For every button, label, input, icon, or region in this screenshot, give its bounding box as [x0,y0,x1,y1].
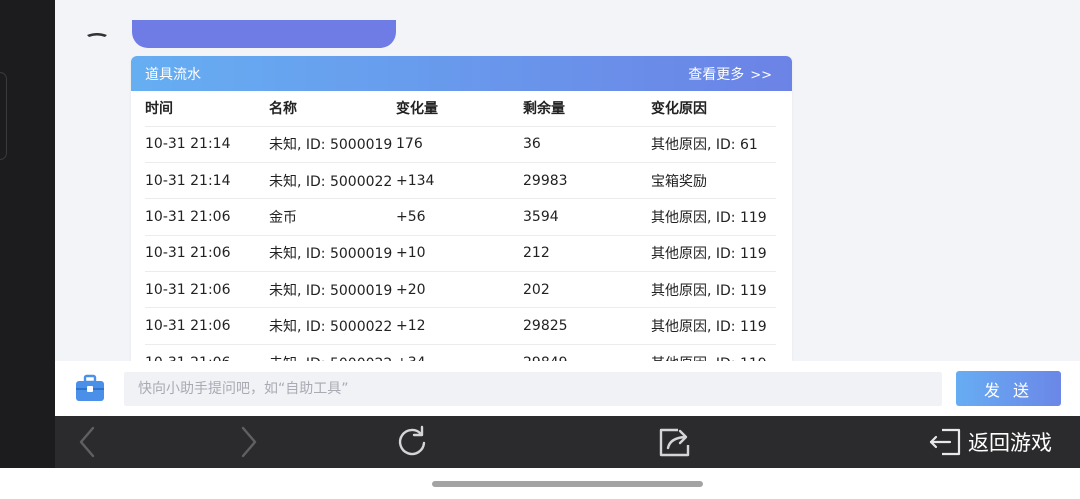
toolbox-icon[interactable] [75,373,105,403]
return-to-game-button[interactable]: 返回游戏 [928,416,1068,468]
forward-arrow-icon [241,426,257,458]
back-button[interactable] [70,416,104,468]
cell-remaining: 212 [523,235,651,273]
send-button[interactable]: 发 送 [956,371,1061,406]
item-flow-table: 时间 名称 变化量 剩余量 变化原因 10-31 21:14 未知, ID: 5… [145,91,776,361]
table-header-row: 时间 名称 变化量 剩余量 变化原因 [145,91,776,127]
refresh-icon [398,425,426,456]
column-header-change: 变化量 [396,91,523,127]
cell-reason: 宝箱奖励 [651,162,776,200]
cell-time: 10-31 21:06 [145,271,269,309]
home-indicator[interactable] [432,481,703,487]
cell-name: 未知, ID: 5000022 [269,344,396,361]
cell-reason: 其他原因, ID: 61 [651,126,776,163]
view-more-label: 查看更多 [688,66,745,83]
share-button[interactable] [655,416,695,468]
cell-time: 10-31 21:14 [145,162,269,200]
cell-remaining: 3594 [523,198,651,236]
cell-remaining: 29983 [523,162,651,200]
cell-reason: 其他原因, ID: 119 [651,307,776,345]
cell-change: +56 [396,198,523,236]
cell-name: 金币 [269,198,396,236]
cell-time: 10-31 21:06 [145,235,269,273]
cell-name: 未知, ID: 5000022 [269,162,396,200]
chat-area[interactable]: 道具流水 查看更多 >> 时间 名称 变化量 剩余量 变化原因 10-31 21:… [55,0,1080,361]
view-more-link[interactable]: 查看更多 >> [688,64,772,84]
cell-name: 未知, ID: 5000022 [269,307,396,345]
cell-change: +34 [396,344,523,361]
card-header: 道具流水 查看更多 >> [131,56,792,91]
cell-remaining: 202 [523,271,651,309]
cell-name: 未知, ID: 5000019 [269,126,396,163]
exit-icon [929,428,961,456]
cell-time: 10-31 21:06 [145,344,269,361]
column-header-time: 时间 [145,91,269,127]
cell-time: 10-31 21:14 [145,126,269,163]
table-row: 10-31 21:14 未知, ID: 5000019 176 36 其他原因,… [145,126,776,163]
cell-change: +20 [396,271,523,309]
table-row: 10-31 21:06 未知, ID: 5000022 +12 29825 其他… [145,307,776,345]
view-more-arrows: >> [750,67,772,83]
cell-reason: 其他原因, ID: 119 [651,271,776,309]
return-to-game-label: 返回游戏 [968,431,1052,455]
table-row: 10-31 21:06 金币 +56 3594 其他原因, ID: 119 [145,198,776,236]
edge-handle[interactable] [0,72,7,160]
cell-time: 10-31 21:06 [145,198,269,236]
cell-remaining: 36 [523,126,651,163]
gesture-area [0,468,1080,499]
item-flow-card: 道具流水 查看更多 >> 时间 名称 变化量 剩余量 变化原因 10-31 21:… [131,56,792,361]
table-row: 10-31 21:14 未知, ID: 5000022 +134 29983 宝… [145,162,776,200]
table-row: 10-31 21:06 未知, ID: 5000019 +10 212 其他原因… [145,235,776,273]
back-arrow-icon [79,426,95,458]
cell-change: +12 [396,307,523,345]
cell-name: 未知, ID: 5000019 [269,271,396,309]
previous-message-bubble [132,20,396,48]
cell-change: 176 [396,126,523,163]
cell-reason: 其他原因, ID: 119 [651,235,776,273]
cell-change: +134 [396,162,523,200]
cell-name: 未知, ID: 5000019 [269,235,396,273]
cell-reason: 其他原因, ID: 119 [651,344,776,361]
cell-remaining: 29825 [523,307,651,345]
table-row: 10-31 21:06 未知, ID: 5000019 +20 202 其他原因… [145,271,776,309]
cell-remaining: 29849 [523,344,651,361]
cell-time: 10-31 21:06 [145,307,269,345]
bottom-nav-bar: 返回游戏 [55,416,1080,468]
cell-reason: 其他原因, ID: 119 [651,198,776,236]
left-side-rail [0,0,55,468]
share-icon [659,428,690,457]
table-row: 10-31 21:06 未知, ID: 5000022 +34 29849 其他… [145,344,776,361]
column-header-reason: 变化原因 [651,91,776,127]
chat-input-bar: 发 送 [55,361,1080,416]
question-input[interactable] [124,372,942,406]
refresh-button[interactable] [393,416,431,468]
card-title: 道具流水 [145,66,201,83]
column-header-remaining: 剩余量 [523,91,651,127]
avatar-icon [87,33,107,37]
column-header-name: 名称 [269,91,396,127]
forward-button[interactable] [232,416,266,468]
cell-change: +10 [396,235,523,273]
